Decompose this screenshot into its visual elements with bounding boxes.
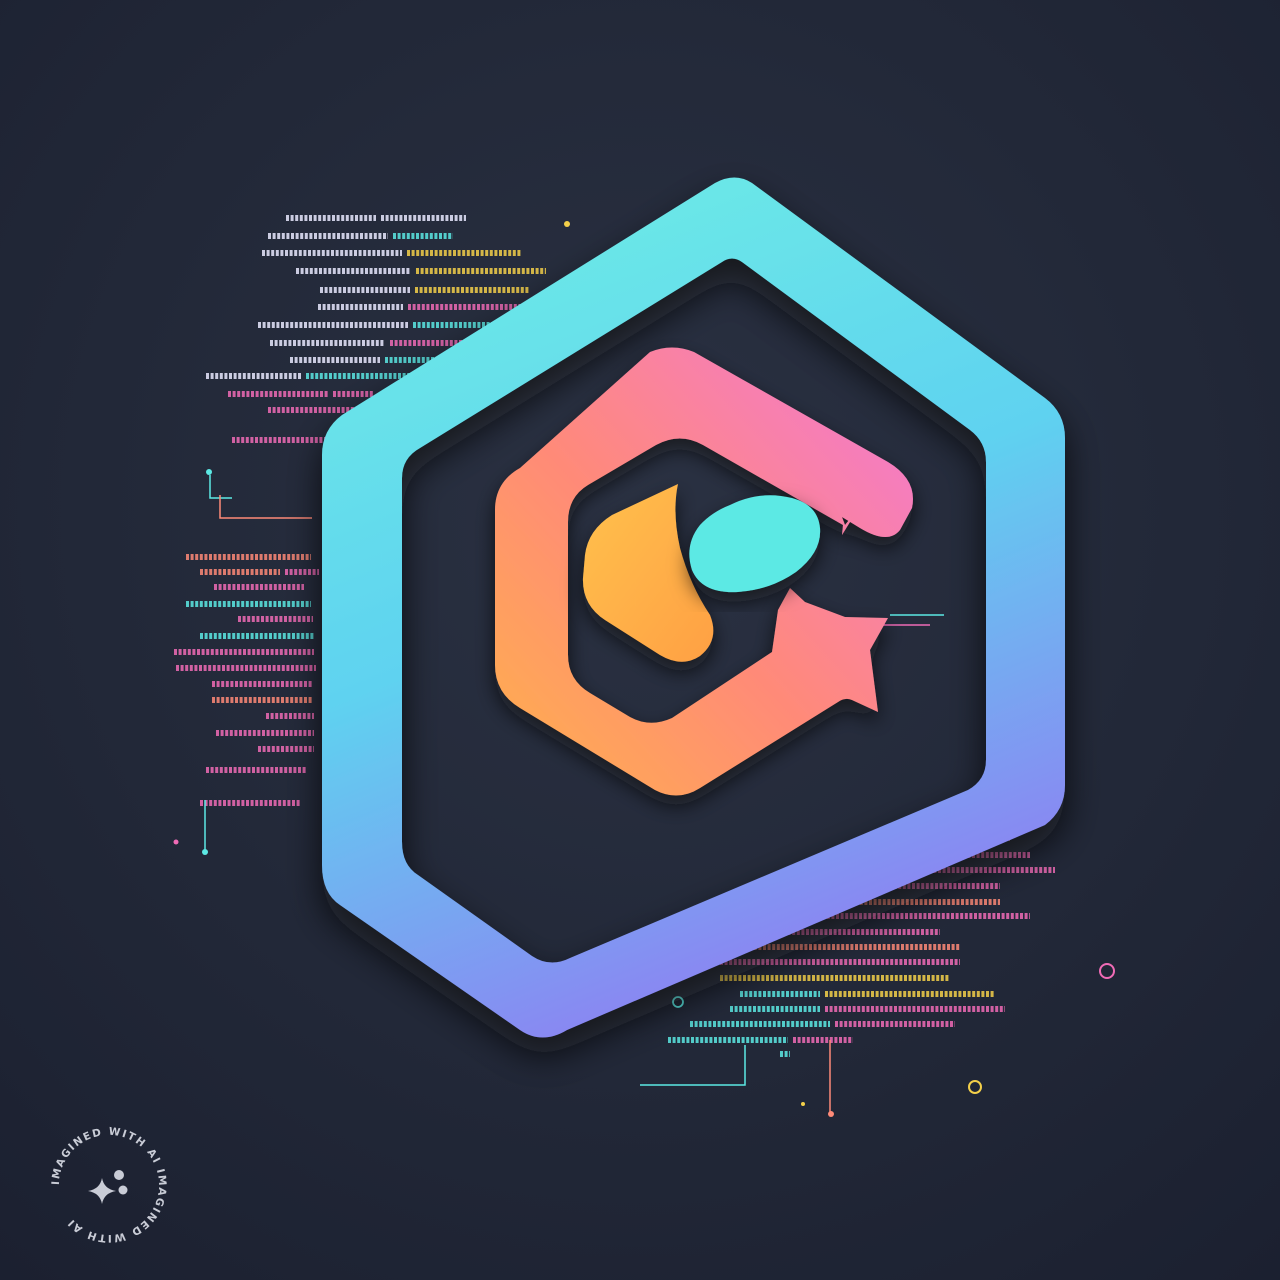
watermark-text: IMAGINED WITH AI IMAGINED WITH AI — [50, 1126, 167, 1245]
inner-pill-shape — [689, 495, 821, 593]
code-text-block-left — [174, 554, 319, 806]
watermark-badge: IMAGINED WITH AI IMAGINED WITH AI — [50, 1126, 168, 1245]
sparkle-icon — [88, 1170, 128, 1204]
svg-text:IMAGINED WITH AI IMAGINED WITH: IMAGINED WITH AI IMAGINED WITH AI — [50, 1126, 168, 1245]
logo-scene — [173, 177, 1115, 1117]
